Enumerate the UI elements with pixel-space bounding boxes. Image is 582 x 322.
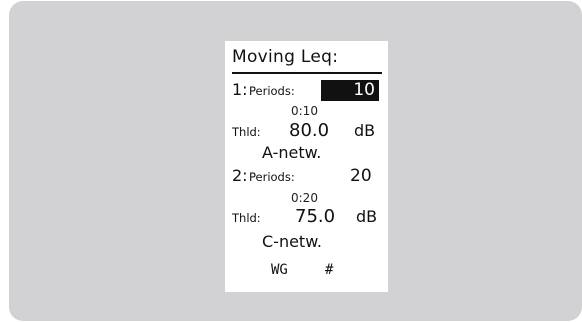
channel-1-periods-label: Periods: bbox=[249, 84, 295, 98]
channel-2-time: 0:20 bbox=[291, 191, 318, 205]
channel-1-periods-value-field[interactable]: 10 bbox=[321, 80, 379, 101]
screen-title: Moving Leq: bbox=[232, 47, 339, 67]
channel-1-network: A-netw. bbox=[262, 143, 322, 162]
channel-2-threshold-unit: dB bbox=[356, 207, 378, 226]
channel-2-periods-value[interactable]: 20 bbox=[350, 168, 372, 185]
lcd-screen: Moving Leq: 1: Periods: 10 0:10 Thld: 80… bbox=[225, 41, 388, 292]
channel-1-periods-value: 10 bbox=[353, 80, 375, 100]
channel-1-threshold-value: 80.0 bbox=[289, 120, 330, 141]
channel-2-periods-label: Periods: bbox=[249, 170, 295, 184]
device-panel: Moving Leq: 1: Periods: 10 0:10 Thld: 80… bbox=[9, 1, 582, 321]
channel-2-network: C-netw. bbox=[262, 232, 322, 251]
footer-weighting-indicator: WG bbox=[271, 262, 288, 278]
footer-hash-indicator: # bbox=[325, 262, 334, 278]
channel-2-threshold-label: Thld: bbox=[232, 211, 261, 225]
channel-1-time: 0:10 bbox=[291, 104, 318, 118]
title-underline bbox=[232, 72, 382, 74]
channel-1-index: 1: bbox=[232, 80, 248, 99]
channel-2-index: 2: bbox=[232, 166, 248, 185]
channel-1-threshold-unit: dB bbox=[354, 121, 376, 140]
channel-2-threshold-value: 75.0 bbox=[295, 206, 336, 227]
channel-1-threshold-label: Thld: bbox=[232, 125, 261, 139]
